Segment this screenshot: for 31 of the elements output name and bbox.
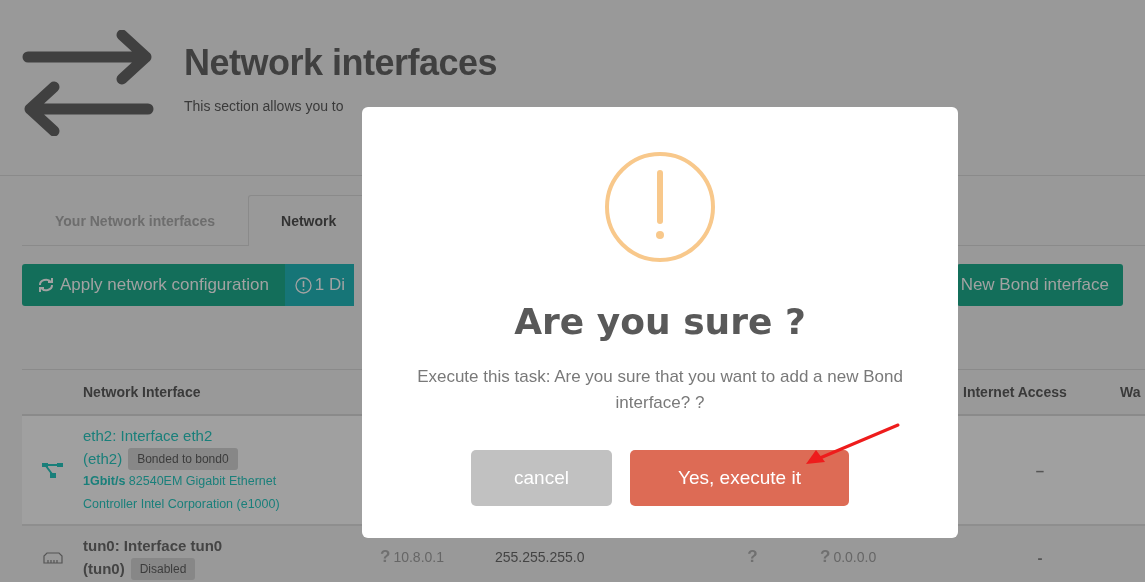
dialog-message: Execute this task: Are you sure that you want to add a new Bond interface? ? (416, 366, 904, 414)
status-button[interactable]: 1 Di (284, 264, 354, 306)
column-header: Network Interface (83, 384, 202, 400)
interface-name: eth2: Interface eth2 (83, 426, 214, 446)
new-bond-button[interactable]: New Bond interface (956, 264, 1123, 306)
status-badge: Disabled (130, 557, 196, 580)
unknown-mark: ? (747, 547, 758, 567)
table-cell: – (1035, 461, 1045, 479)
table-cell: - (1037, 548, 1043, 566)
column-header: Internet Access (962, 384, 1068, 400)
table-cell-text: 255.255.255.0 (495, 549, 586, 565)
confirm-button[interactable]: Yes, execute it (630, 450, 849, 506)
column-header: Wa (1120, 384, 1142, 400)
interface-description: 1Gbit/s 82540EM Gigabit Ethernet Controller Intel Corporation (e1000) (83, 473, 281, 513)
apply-configuration-button[interactable]: Apply network configuration (22, 264, 285, 306)
status-badge: Bonded to bond0 (128, 447, 238, 470)
page-description: This section allows you to (184, 98, 345, 114)
alert-icon (294, 276, 312, 294)
refresh-icon (38, 277, 54, 293)
device-name: (eth2) (83, 449, 123, 469)
exchange-arrows-icon (22, 30, 154, 136)
unknown-mark: ? (380, 547, 391, 567)
cancel-button[interactable]: cancel (471, 450, 612, 506)
ethernet-port-icon (42, 550, 63, 564)
unknown-mark: ? (820, 547, 831, 567)
interface-name: tun0: Interface tun0 (83, 536, 224, 556)
network-tree-icon (41, 462, 64, 478)
page-title: Network interfaces (184, 42, 498, 84)
device-name: (tun0) (83, 559, 125, 579)
warning-icon (604, 151, 716, 263)
dialog-title: Are you sure ? (514, 301, 806, 342)
